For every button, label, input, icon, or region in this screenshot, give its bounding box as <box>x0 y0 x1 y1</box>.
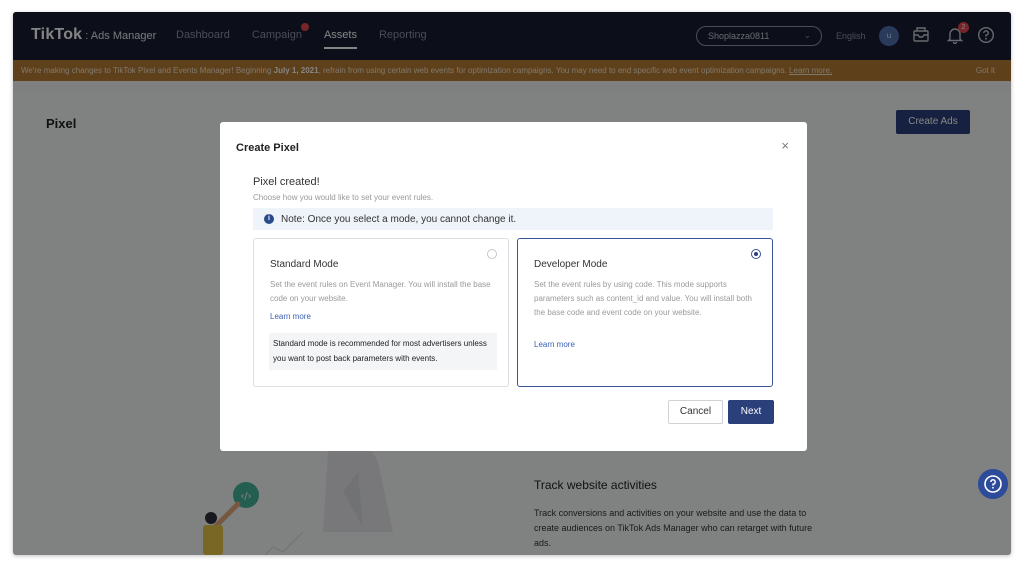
standard-mode-card[interactable]: Standard Mode Set the event rules on Eve… <box>253 238 509 387</box>
standard-mode-title: Standard Mode <box>270 259 339 270</box>
standard-mode-learn-more-link[interactable]: Learn more <box>270 312 311 321</box>
developer-mode-radio[interactable] <box>751 249 761 259</box>
app-window: TikTok : Ads Manager Dashboard Campaign … <box>13 12 1011 555</box>
pixel-created-subtitle: Choose how you would like to set your ev… <box>253 193 434 202</box>
developer-mode-title: Developer Mode <box>534 259 608 270</box>
info-icon: i <box>264 214 274 224</box>
standard-mode-recommendation: Standard mode is recommended for most ad… <box>269 333 497 370</box>
mode-note: i Note: Once you select a mode, you cann… <box>253 208 773 230</box>
pixel-created-heading: Pixel created! <box>253 176 320 188</box>
next-button[interactable]: Next <box>728 400 774 424</box>
standard-mode-radio[interactable] <box>487 249 497 259</box>
developer-mode-learn-more-link[interactable]: Learn more <box>534 340 575 349</box>
close-icon[interactable]: × <box>781 138 789 153</box>
dialog-title: Create Pixel <box>236 142 299 154</box>
developer-mode-card[interactable]: Developer Mode Set the event rules by us… <box>517 238 773 387</box>
cancel-button[interactable]: Cancel <box>668 400 723 424</box>
help-chat-button[interactable] <box>978 469 1008 499</box>
mode-note-text: Note: Once you select a mode, you cannot… <box>281 214 517 225</box>
create-pixel-dialog: Create Pixel × Pixel created! Choose how… <box>220 122 807 451</box>
developer-mode-description: Set the event rules by using code. This … <box>534 280 752 317</box>
standard-mode-description: Set the event rules on Event Manager. Yo… <box>270 280 491 303</box>
